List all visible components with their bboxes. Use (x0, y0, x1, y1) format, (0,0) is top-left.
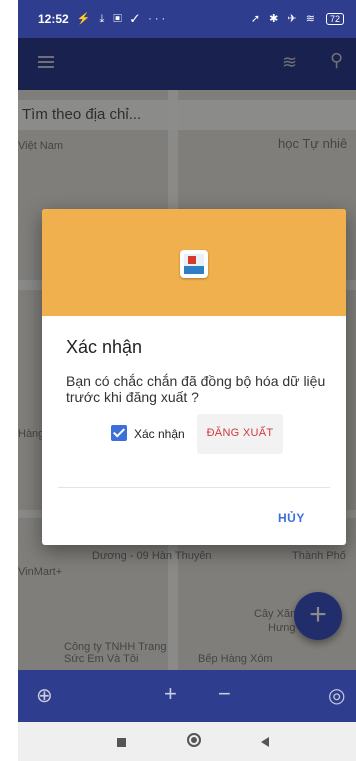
status-system-icons: ➚ ✱ ✈ ≋ 72 (251, 12, 344, 25)
logout-button[interactable]: ĐĂNG XUẤT (197, 414, 283, 454)
back-icon[interactable] (261, 737, 269, 747)
app-logo-icon (180, 250, 208, 278)
status-bar: 12:52 ⚡ ⤓ ▣ ✓ ··· ➚ ✱ ✈ ≋ 72 (18, 0, 356, 38)
dialog-title: Xác nhận (66, 337, 143, 357)
logout-button-label: ĐĂNG XUẤT (206, 427, 274, 439)
dialog-divider (58, 487, 330, 488)
phone-screen: 12:52 ⚡ ⤓ ▣ ✓ ··· ➚ ✱ ✈ ≋ 72 ≋ ⚲ Việt Na… (18, 0, 356, 761)
confirm-dialog: Xác nhận Bạn có chắc chắn đã đồng bộ hóa… (42, 209, 346, 545)
status-system-icons-text: ➚ ✱ ✈ ≋ (250, 13, 318, 25)
dialog-header (42, 209, 346, 316)
dialog-message: Bạn có chắc chắn đã đồng bộ hóa dữ liệu … (66, 373, 326, 405)
system-nav-bar (18, 722, 356, 761)
confirm-checkbox[interactable] (111, 425, 127, 441)
status-notification-icons: ⚡ ⤓ ▣ ✓ ··· (76, 13, 169, 25)
recent-apps-icon[interactable] (117, 738, 126, 747)
confirm-checkbox-label[interactable]: Xác nhận (134, 427, 185, 441)
status-time: 12:52 (38, 12, 69, 26)
download-icon[interactable]: ⊕ (36, 683, 53, 708)
home-icon[interactable] (187, 733, 201, 747)
zoom-out-button[interactable]: − (218, 681, 231, 707)
map-bottom-bar: ⊕ + − ◎ (18, 670, 356, 722)
cancel-button[interactable]: HỦY (278, 511, 305, 525)
battery-icon: 72 (325, 13, 344, 25)
my-location-icon[interactable]: ◎ (328, 683, 345, 708)
zoom-in-button[interactable]: + (164, 681, 177, 707)
